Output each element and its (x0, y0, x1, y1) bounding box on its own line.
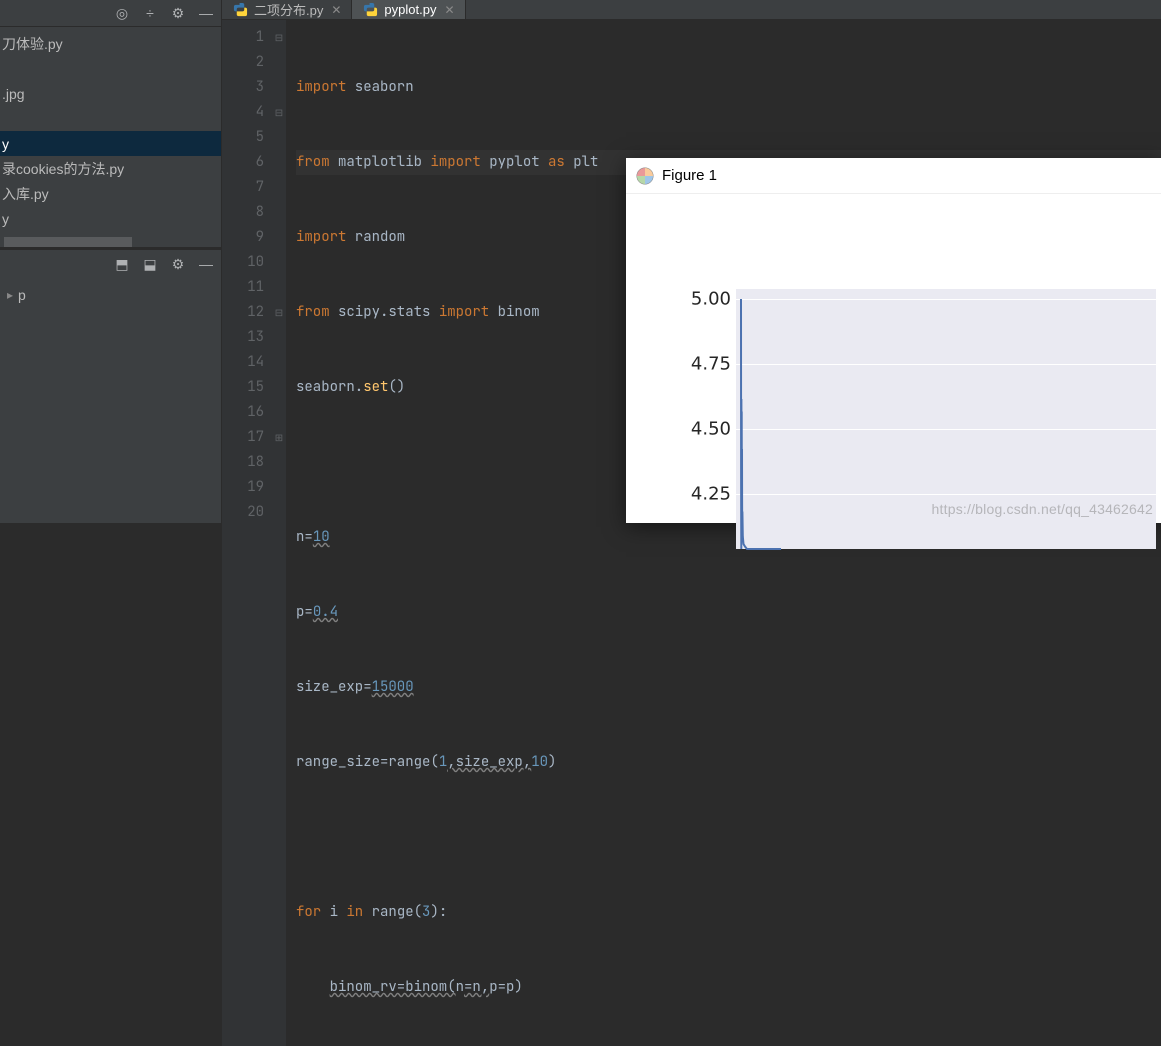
close-icon[interactable]: ✕ (444, 3, 454, 17)
y-tick-label: 4.25 (676, 484, 731, 505)
file-list: 刀体验.py .jpg y 录cookies的方法.py 入库.py y (0, 27, 221, 231)
file-item[interactable]: y (0, 206, 221, 231)
sort-bottom-icon[interactable]: ⬓ (139, 253, 161, 275)
close-icon[interactable]: ✕ (331, 3, 341, 17)
python-icon (232, 2, 248, 18)
file-item[interactable]: 入库.py (0, 181, 221, 206)
file-item[interactable]: y (0, 131, 221, 156)
figure-titlebar[interactable]: Figure 1 (626, 158, 1161, 194)
plot-area: 5.00 4.75 4.50 4.25 (626, 194, 1161, 523)
structure-item-label: p (18, 287, 26, 303)
python-icon (362, 2, 378, 18)
sidebar-scrollbar[interactable] (4, 237, 217, 247)
tab-label: pyplot.py (384, 2, 436, 17)
hide-icon[interactable]: — (195, 253, 217, 275)
file-item[interactable] (0, 56, 221, 81)
sidebar-toolbar: ◎ ÷ ⚙ — (0, 0, 221, 27)
file-item[interactable]: 刀体验.py (0, 31, 221, 56)
structure-list: ▸p (0, 278, 221, 307)
y-tick-label: 4.50 (676, 419, 731, 440)
tab-label: 二项分布.py (254, 0, 323, 19)
collapse-icon[interactable]: ÷ (139, 2, 161, 24)
y-tick-label: 5.00 (676, 289, 731, 310)
gear-icon[interactable]: ⚙ (167, 253, 189, 275)
figure-title: Figure 1 (662, 167, 717, 184)
fold-gutter: ⊟⊟⊟⊞ (272, 20, 286, 1046)
structure-toolbar: ⬒ ⬓ ⚙ — (0, 250, 221, 278)
tab-file[interactable]: 二项分布.py ✕ (222, 0, 352, 19)
y-tick-label: 4.75 (676, 354, 731, 375)
project-sidebar: ◎ ÷ ⚙ — 刀体验.py .jpg y 录cookies的方法.py 入库.… (0, 0, 222, 523)
matplotlib-icon (636, 167, 654, 185)
gear-icon[interactable]: ⚙ (167, 2, 189, 24)
figure-window[interactable]: Figure 1 5.00 4.75 4.50 4.25 (626, 158, 1161, 523)
file-item[interactable]: .jpg (0, 81, 221, 106)
structure-item[interactable]: ▸p (0, 282, 221, 307)
tab-file[interactable]: pyplot.py ✕ (352, 0, 465, 19)
tab-bar: 二项分布.py ✕ pyplot.py ✕ (222, 0, 1161, 20)
file-item[interactable]: 录cookies的方法.py (0, 156, 221, 181)
watermark: https://blog.csdn.net/qq_43462642 (932, 501, 1153, 517)
hide-icon[interactable]: — (195, 2, 217, 24)
chevron-right-icon: ▸ (2, 288, 18, 302)
sort-top-icon[interactable]: ⬒ (111, 253, 133, 275)
file-item[interactable] (0, 106, 221, 131)
target-icon[interactable]: ◎ (111, 2, 133, 24)
line-gutter: 1234567891011121314151617181920 (222, 20, 272, 1046)
